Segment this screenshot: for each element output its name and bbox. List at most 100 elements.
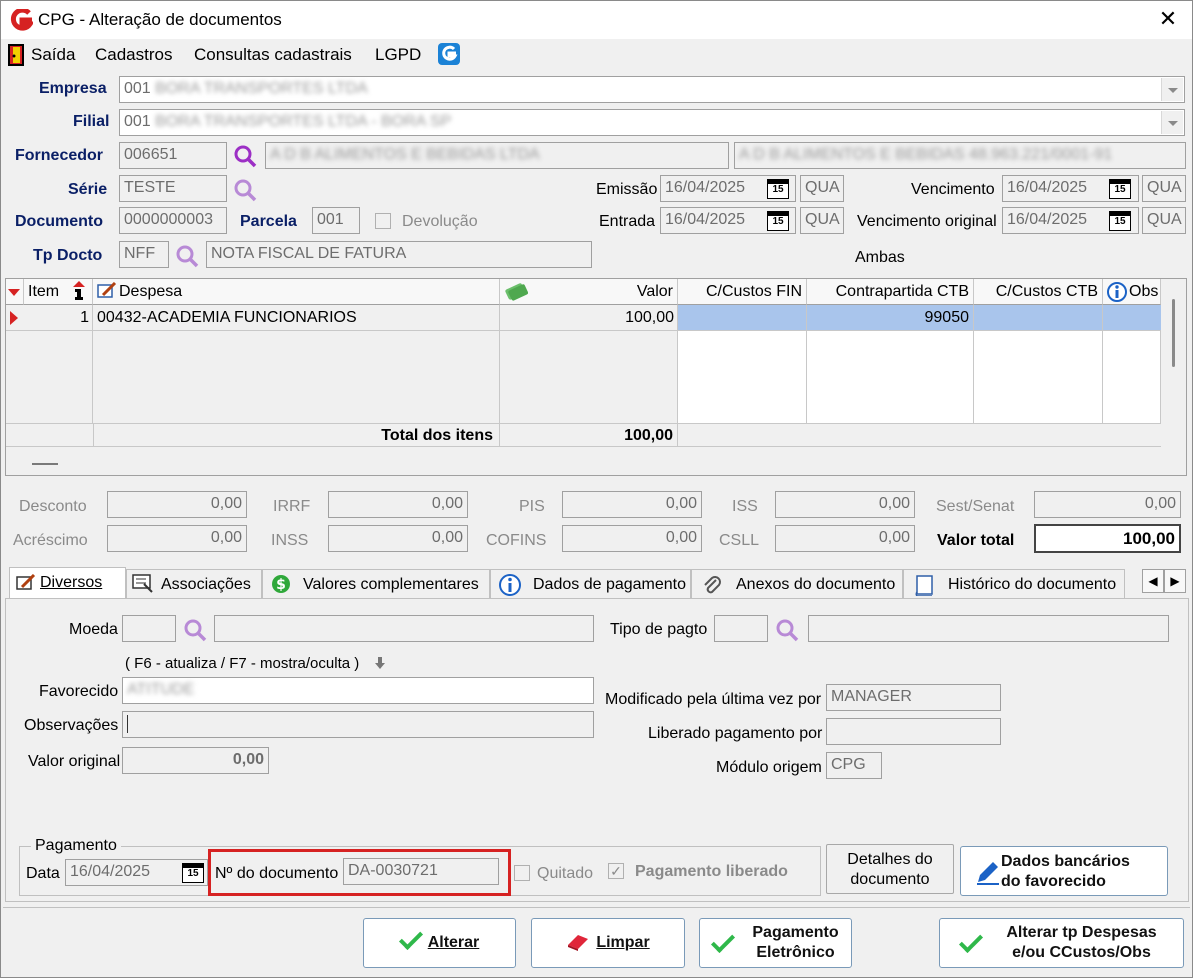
tab-anexos-label: Anexos do documento [736,576,896,593]
pagamento-eletronico-line2: Eletrônico [756,944,835,961]
edit-note-icon [97,282,117,298]
quitado-checkbox[interactable] [514,865,530,881]
tab-diversos-label: Diversos [40,574,103,591]
grid-resize-handle[interactable] [32,463,58,465]
irrf-label: IRRF [273,498,311,515]
col-ccustos-ctb-label: C/Custos CTB [995,283,1098,300]
tab-dados-pagamento[interactable]: Dados de pagamento [490,569,691,599]
devolucao-checkbox[interactable] [375,213,391,229]
info-icon [499,574,521,596]
window-title: CPG - Alteração de documentos [38,10,282,29]
cell-obs[interactable] [1103,305,1161,330]
alterar-tp-despesas-button[interactable]: Alterar tp Despesas e/ou CCustos/Obs [939,918,1184,968]
exit-door-icon [8,44,24,66]
pagamento-data: 16/04/2025 [70,863,151,880]
limpar-button[interactable]: Limpar [531,918,685,968]
alterar-button[interactable]: Alterar [363,918,516,968]
emissao-label: Emissão [596,181,658,198]
ndoc-field[interactable]: DA-0030721 [343,858,499,885]
tab-scroll-left-button[interactable]: ◀ [1142,569,1164,593]
calendar-day: 15 [772,216,784,227]
entrada-weekday: QUA [800,207,844,234]
col-ccustos-ctb[interactable]: C/Custos CTB [974,279,1103,305]
cell-contrapartida-ctb[interactable]: 99050 [807,305,974,330]
arrow-down-icon [375,657,385,669]
paperclip-icon [704,576,721,594]
tab-associacoes[interactable]: Associações [126,569,262,599]
search-icon[interactable] [232,177,258,203]
calendar-icon[interactable]: 15 [767,179,789,199]
empresa-name: BORA TRANSPORTES LTDA [155,80,368,97]
tpdocto-name-field: NOTA FISCAL DE FATURA [206,241,592,268]
modulo-origem-field: CPG [826,752,882,779]
table-row[interactable]: 1 00432-ACADEMIA FUNCIONARIOS 100,00 990… [6,305,1161,331]
col-contrapartida-ctb[interactable]: Contrapartida CTB [807,279,974,305]
col-obs[interactable]: Obs [1103,279,1161,305]
menu-saida[interactable]: Saída [31,45,75,65]
tipo-pagto-label: Tipo de pagto [610,621,708,638]
tab-scroll-right-button[interactable]: ▶ [1164,569,1186,593]
pagamento-liberado-label: Pagamento liberado [635,863,788,880]
menu-consultas-cadastrais[interactable]: Consultas cadastrais [194,45,352,65]
tipo-pagto-field[interactable] [714,615,768,642]
serie-field[interactable]: TESTE [119,175,227,202]
search-icon[interactable] [182,617,208,643]
parcela-field[interactable]: 001 [312,207,360,234]
cell-valor: 100,00 [625,309,674,326]
grid-scrollbar[interactable] [1161,279,1186,427]
calendar-day: 15 [1114,184,1126,195]
app-shortcut-icon[interactable] [438,43,460,65]
calendar-icon[interactable]: 15 [767,211,789,231]
tab-diversos[interactable]: Diversos [9,567,126,600]
empresa-code: 001 [124,80,151,97]
moeda-field[interactable] [122,615,176,642]
tab-anexos[interactable]: Anexos do documento [691,569,903,599]
pagamento-eletronico-button[interactable]: Pagamento Eletrônico [699,918,852,968]
devolucao-label: Devolução [402,213,478,230]
calendar-icon[interactable]: 15 [1109,179,1131,199]
iss-field: 0,00 [775,491,915,518]
favorecido-value: ATITUDE [127,681,195,698]
dados-bancarios-button[interactable]: Dados bancários do favorecido [960,846,1168,896]
close-button[interactable]: ✕ [1153,4,1183,34]
search-icon[interactable] [774,617,800,643]
modificado-field: MANAGER [826,684,1001,711]
tpdocto-code-field[interactable]: NFF [119,241,169,268]
cell-ccustos-ctb[interactable] [974,305,1103,330]
search-icon[interactable] [174,243,200,269]
chevron-down-icon[interactable] [1161,111,1183,134]
tab-historico[interactable]: Histórico do documento [903,569,1125,599]
favorecido-field[interactable]: ATITUDE [122,677,594,704]
detalhes-documento-button[interactable]: Detalhes do documento [826,844,954,894]
col-despesa[interactable]: Despesa [93,279,500,305]
scroll-document-icon [915,575,933,596]
menu-lgpd[interactable]: LGPD [375,45,421,65]
sest-field: 0,00 [1034,491,1181,518]
cell-ccustos-fin[interactable] [678,305,807,330]
filial-select[interactable]: 001 BORA TRANSPORTES LTDA - BORA SP [119,109,1185,136]
observacoes-field[interactable] [122,711,594,738]
sort-numeric-icon [73,281,85,300]
vencimento-original-weekday: QUA [1142,207,1186,234]
empresa-select[interactable]: 001 BORA TRANSPORTES LTDA [119,76,1185,103]
menu-cadastros[interactable]: Cadastros [95,45,172,65]
chevron-down-icon[interactable] [1161,78,1183,101]
col-item[interactable]: Item [24,279,93,305]
cell-despesa: 00432-ACADEMIA FUNCIONARIOS [97,309,357,326]
calendar-icon[interactable]: 15 [1109,211,1131,231]
alterar-label: Alterar [427,934,480,951]
pagamento-liberado-checkbox[interactable]: ✓ [608,863,624,879]
menu-bar: Saída Cadastros Consultas cadastrais LGP… [1,39,1192,71]
tpdocto-label: Tp Docto [33,247,103,264]
scrollbar-thumb[interactable] [1172,299,1175,367]
cofins-field: 0,00 [562,525,702,552]
documento-field[interactable]: 0000000003 [119,207,227,234]
fornecedor-code-field[interactable]: 006651 [119,142,227,169]
items-grid: Item Despesa Valor C/Custos FIN Contrapa… [5,278,1187,476]
calendar-icon[interactable]: 15 [182,863,204,883]
col-valor[interactable]: Valor [500,279,678,305]
search-icon[interactable] [232,143,258,169]
col-ccustos-fin[interactable]: C/Custos FIN [678,279,807,305]
tab-valores-complementares[interactable]: $ Valores complementares [262,569,490,599]
pagamento-eletronico-line1: Pagamento [752,924,839,941]
